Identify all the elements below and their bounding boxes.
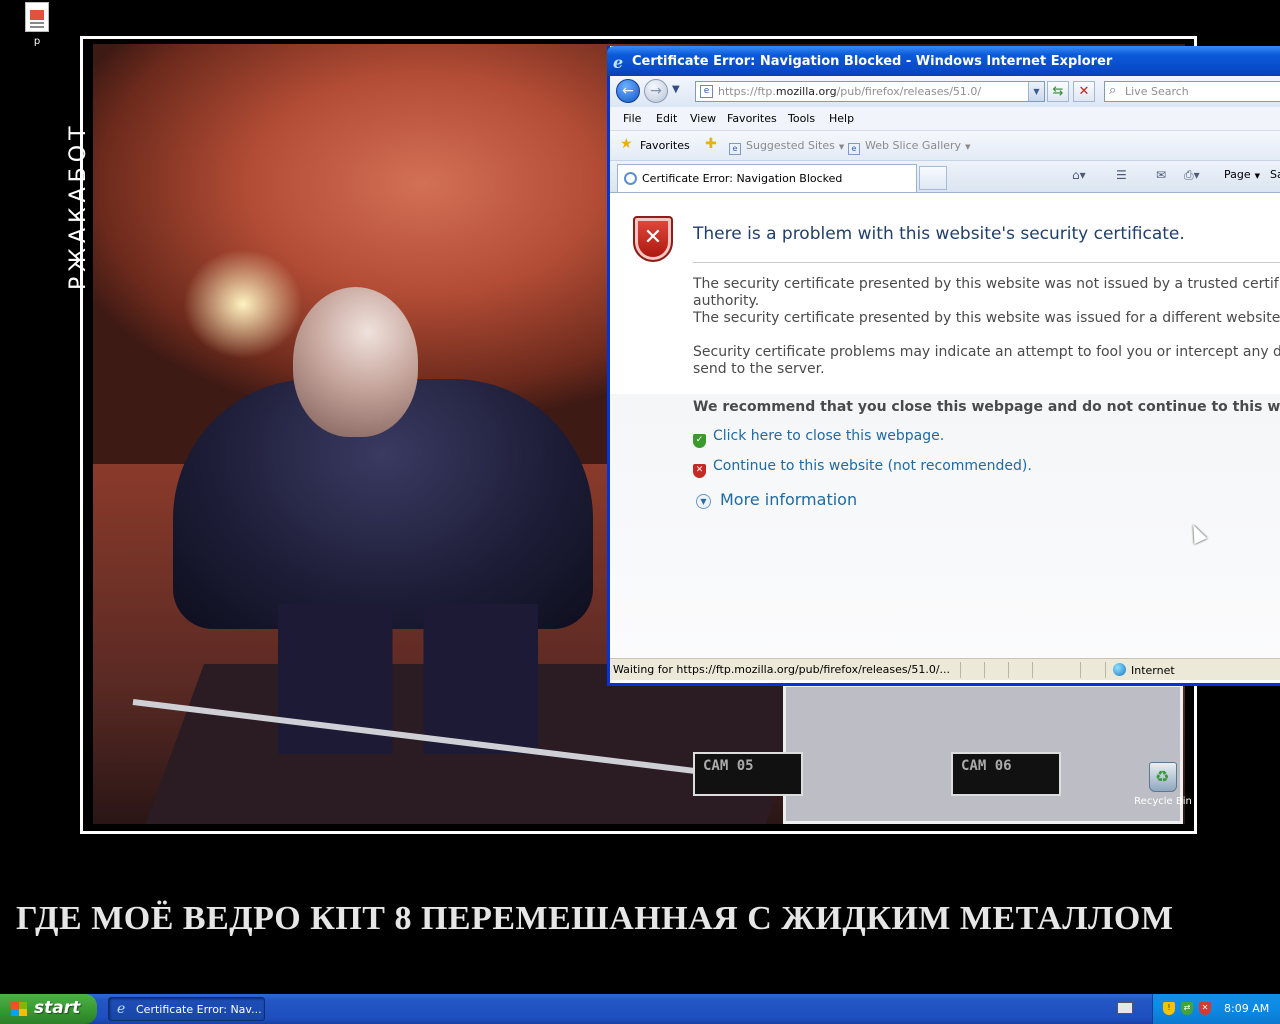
page-menu-label: Page [1224,168,1251,181]
security-shield-icon[interactable]: ! [1163,1002,1175,1015]
menu-bar: File Edit View Favorites Tools Help [610,107,1280,131]
wallpaper-caption: ГДЕ МОЁ ВЕДРО КПТ 8 ПЕРЕМЕШАННАЯ С ЖИДКИ… [16,900,1174,937]
window-title-bar[interactable]: e Certificate Error: Navigation Blocked … [607,46,1280,76]
add-to-favorites-icon[interactable]: ✚ [705,136,717,152]
safety-menu-button[interactable]: Sa [1270,168,1280,181]
new-tab-button[interactable] [919,166,947,190]
recycle-bin-label: Recycle Bin [1134,796,1192,807]
address-bar[interactable]: e https://ftp.mozilla.org/pub/firefox/re… [695,81,1045,102]
ie-logo-icon: e [117,1001,126,1017]
back-button[interactable]: ← [616,79,640,103]
status-bar: Waiting for https://ftp.mozilla.org/pub/… [610,658,1280,680]
zone-label: Internet [1131,664,1175,677]
address-path: /pub/firefox/releases/51.0/ [836,85,982,98]
windows-logo-icon [11,1002,27,1016]
cam-label-2: CAM 06 [951,752,1061,796]
close-webpage-label: Click here to close this webpage. [713,428,945,444]
menu-view[interactable]: View [690,112,716,125]
tab-certificate-error[interactable]: Certificate Error: Navigation Blocked [617,164,917,192]
document-icon [25,2,49,32]
certificate-error-page: ✕ There is a problem with this website's… [610,194,1280,658]
mail-icon[interactable]: ✉ [1156,168,1166,182]
error-text-line: The security certificate presented by th… [693,310,1280,326]
suggested-sites-button[interactable]: e Suggested Sites ▼ [729,139,844,155]
ie-page-icon: e [729,143,741,155]
recent-pages-dropdown-icon[interactable]: ▼ [672,84,680,95]
search-placeholder: Live Search [1125,85,1189,98]
green-shield-icon: ✓ [693,434,706,448]
error-text-line: send to the server. [693,361,825,377]
page-icon: e [700,85,713,98]
desktop-file-label: p [33,36,41,47]
recycle-bin[interactable]: Recycle Bin [1133,762,1193,807]
taskbar: start e Certificate Error: Nav... ! ⇄ ✕ … [0,994,1280,1024]
ie-window: e Certificate Error: Navigation Blocked … [607,46,1280,686]
expand-chevron-icon: ▼ [696,494,711,509]
favorites-button[interactable]: Favorites [640,139,690,152]
address-dropdown-icon[interactable]: ▼ [1028,82,1044,101]
menu-favorites[interactable]: Favorites [727,112,777,125]
web-slice-gallery-button[interactable]: e Web Slice Gallery ▼ [848,139,970,155]
cam-label-1: CAM 05 [693,752,803,796]
menu-edit[interactable]: Edit [656,112,677,125]
chevron-down-icon: ▼ [1254,172,1261,180]
error-shield-icon: ✕ [633,216,673,262]
taskbar-ie-button[interactable]: e Certificate Error: Nav... [108,997,265,1021]
tab-bar: Certificate Error: Navigation Blocked ⌂▾… [610,161,1280,193]
taskbar-ie-label: Certificate Error: Nav... [136,1003,262,1016]
refresh-button[interactable]: ⇆ [1047,81,1069,102]
globe-icon [1113,663,1126,676]
search-input[interactable]: ⌕ Live Search [1104,81,1280,102]
security-zone[interactable]: Internet [1113,663,1175,677]
error-text-line: The security certificate presented by th… [693,276,1279,292]
start-label: start [34,998,81,1018]
divider [693,262,1280,263]
antivirus-shield-icon[interactable]: ✕ [1199,1002,1211,1015]
continue-label: Continue to this website (not recommende… [713,458,1032,474]
tab-title: Certificate Error: Navigation Blocked [642,172,843,185]
start-button[interactable]: start [0,994,97,1024]
address-host: mozilla.org [775,85,837,98]
favorites-bar: ★ Favorites ✚ e Suggested Sites ▼ e Web Sli… [610,131,1280,161]
navigation-bar: ← → ▼ e https://ftp.mozilla.org/pub/fire… [610,76,1280,107]
home-icon[interactable]: ⌂▾ [1072,168,1086,182]
status-text: Waiting for https://ftp.mozilla.org/pub/… [613,663,951,676]
wallpaper-vertical-text: РЖАКАБОТ [66,121,91,290]
more-information-toggle[interactable]: ▼ More information [696,490,857,509]
close-webpage-link[interactable]: ✓ Click here to close this webpage. [693,428,944,448]
error-heading: There is a problem with this website's s… [693,224,1185,244]
menu-tools[interactable]: Tools [788,112,815,125]
menu-file[interactable]: File [623,112,641,125]
search-icon: ⌕ [1109,83,1117,98]
loading-icon [624,172,637,185]
web-slice-gallery-label: Web Slice Gallery [865,139,962,152]
recommendation-text: We recommend that you close this webpage… [693,399,1280,415]
keyboard-icon[interactable] [1117,1002,1133,1014]
error-text-line: authority. [693,293,760,309]
continue-to-website-link[interactable]: ✕ Continue to this website (not recommend… [693,458,1032,478]
ie-logo-icon: e [613,53,624,72]
window-title: Certificate Error: Navigation Blocked - … [632,54,1113,69]
stop-button[interactable]: ✕ [1073,81,1095,102]
feeds-icon[interactable]: ☰ [1116,168,1127,182]
error-text-line: Security certificate problems may indica… [693,344,1280,360]
system-tray: ! ⇄ ✕ 8:09 AM [1152,994,1280,1024]
chevron-down-icon: ▼ [965,143,971,151]
more-information-label: More information [720,490,858,509]
menu-help[interactable]: Help [829,112,854,125]
address-scheme: https://ftp. [718,85,776,98]
ie-page-icon: e [848,143,860,155]
red-shield-icon: ✕ [693,464,706,478]
favorites-star-icon: ★ [620,136,633,152]
page-menu-button[interactable]: Page ▼ [1224,168,1260,181]
network-icon[interactable]: ⇄ [1181,1002,1193,1015]
suggested-sites-label: Suggested Sites [746,139,835,152]
recycle-bin-icon [1149,762,1177,792]
forward-button[interactable]: → [644,79,668,103]
chevron-down-icon: ▼ [838,143,845,151]
desktop-file-icon[interactable]: p [22,2,52,47]
print-icon[interactable]: ⎙▾ [1184,168,1200,183]
clock[interactable]: 8:09 AM [1224,1002,1269,1015]
